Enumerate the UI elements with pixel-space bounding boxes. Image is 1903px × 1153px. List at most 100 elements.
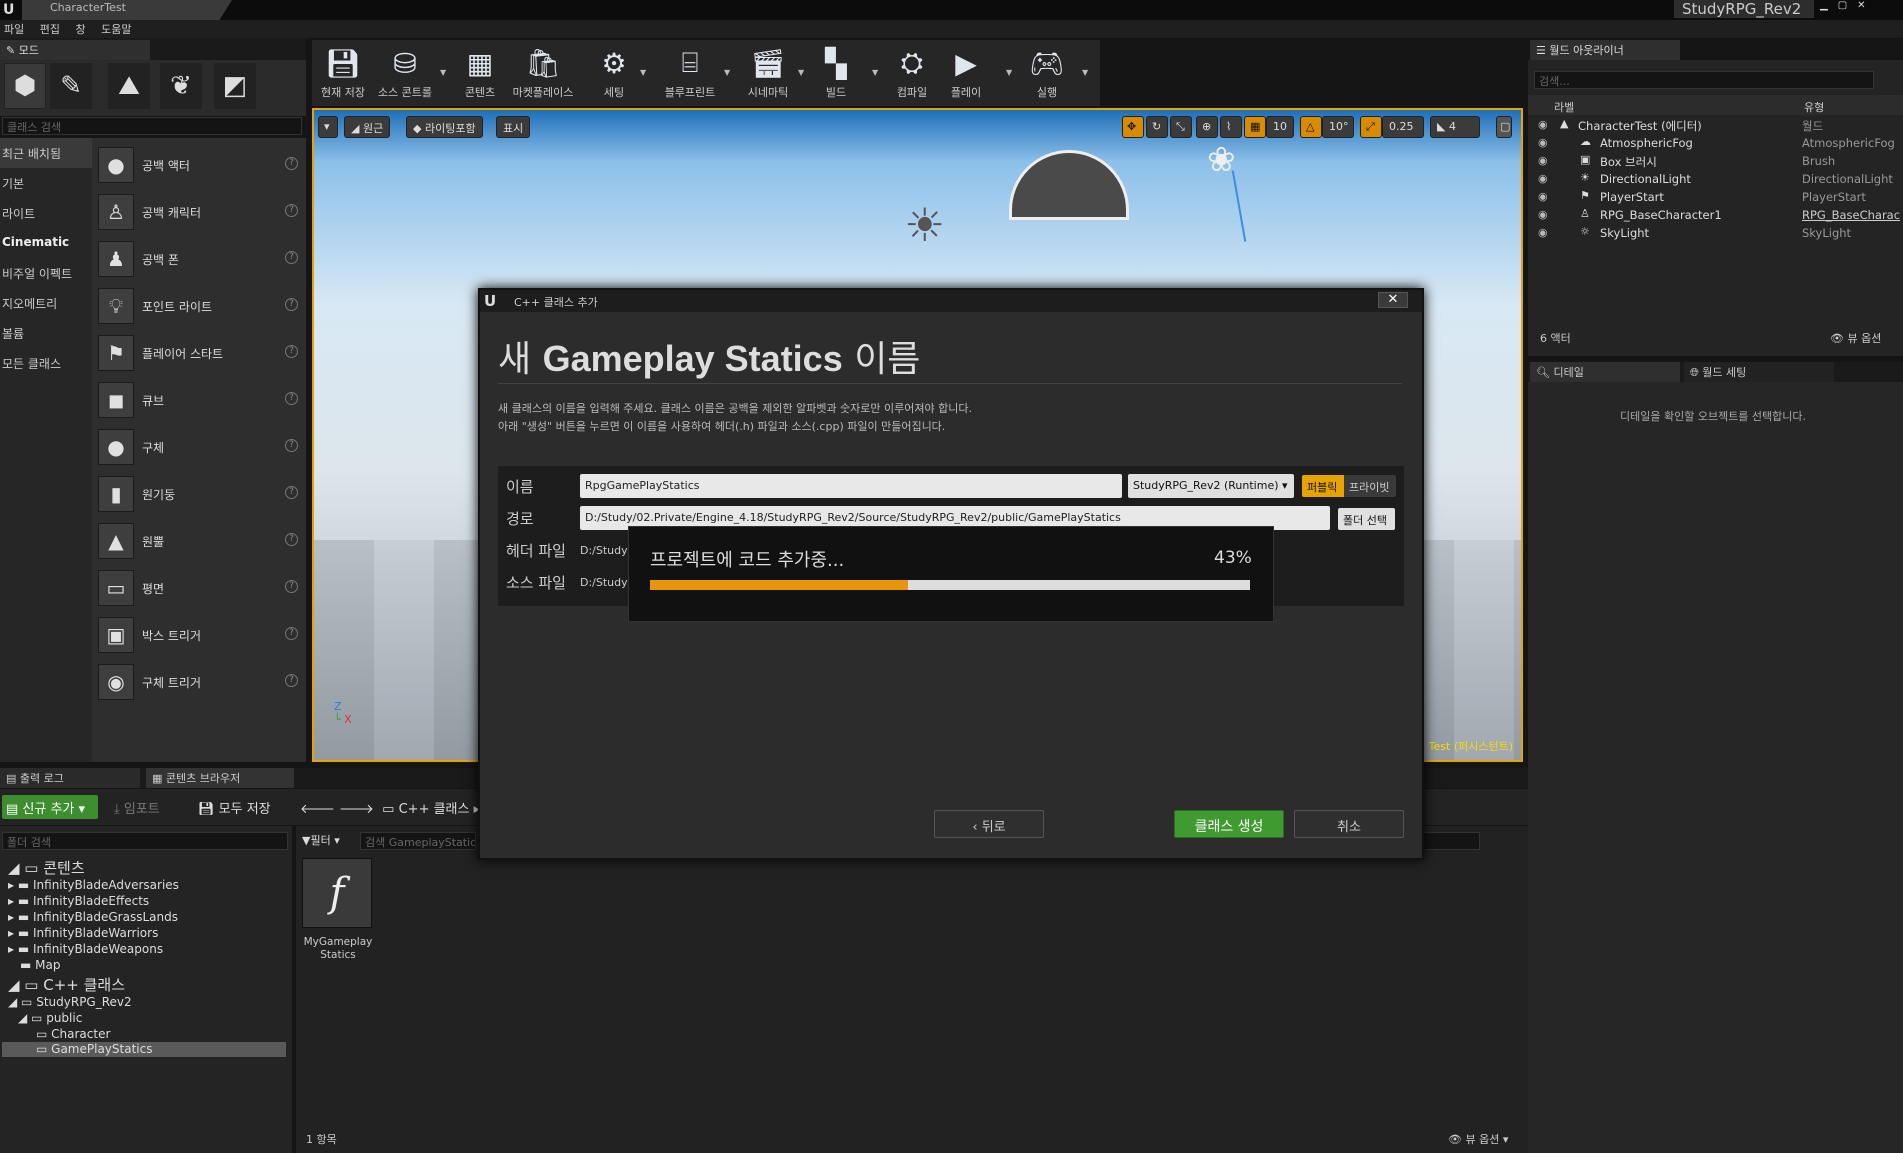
tree-item[interactable]: ◢ ▭ public	[18, 1011, 82, 1026]
create-class-button[interactable]: 클래스 생성	[1174, 810, 1284, 838]
outliner-view-options[interactable]: 👁︎ 뷰 옵션	[1830, 330, 1881, 346]
eye-icon[interactable]: ◉	[1538, 136, 1548, 149]
help-icon[interactable]: ?	[285, 627, 298, 640]
maximize-viewport-button[interactable]: ▢	[1496, 116, 1512, 138]
landscape-mode-button[interactable]: ⛰	[108, 63, 150, 109]
help-icon[interactable]: ?	[285, 439, 298, 452]
category-volumes[interactable]: 볼륨	[0, 318, 92, 348]
category-geometry[interactable]: 지오메트리	[0, 288, 92, 318]
place-mode-button[interactable]: ⬢	[4, 63, 46, 109]
content-button[interactable]: ▦ 콘텐츠	[458, 42, 502, 104]
tab-details[interactable]: 🔍︎ 디테일	[1530, 362, 1680, 382]
eye-icon[interactable]: ◉	[1538, 154, 1548, 167]
chevron-down-icon[interactable]: ▼	[1082, 68, 1088, 77]
tree-item[interactable]: ▸ ▬ InfinityBladeWeapons	[8, 942, 163, 957]
chevron-down-icon[interactable]: ▼	[724, 68, 730, 77]
tab-content-browser[interactable]: ▦ 콘텐츠 브라우저	[146, 768, 294, 788]
module-select[interactable]: StudyRPG_Rev2 (Runtime) ▾	[1128, 474, 1294, 498]
tree-item[interactable]: ◢ ▭ 콘텐츠	[8, 857, 85, 877]
tab-output-log[interactable]: ▤ 출력 로그	[0, 768, 140, 788]
tree-item[interactable]: ◢ ▭ StudyRPG_Rev2	[8, 995, 132, 1010]
help-icon[interactable]: ?	[285, 298, 298, 311]
outliner-row[interactable]: ◉ ▣ Box 브러시 Brush	[1528, 152, 1903, 170]
chevron-down-icon[interactable]: ▼	[872, 68, 878, 77]
filter-button[interactable]: ▼필터 ▾	[302, 832, 340, 848]
column-label-header[interactable]: 라벨	[1554, 99, 1574, 115]
content-browser-view-options[interactable]: 👁︎ 뷰 옵션 ▾	[1448, 1131, 1508, 1147]
window-controls[interactable]: ▁▢✕	[1820, 0, 1903, 11]
translate-tool-button[interactable]: ✥	[1122, 116, 1144, 138]
paint-mode-button[interactable]: ✎	[50, 63, 92, 109]
settings-button[interactable]: ⚙ 세팅	[592, 42, 636, 104]
help-icon[interactable]: ?	[285, 580, 298, 593]
place-item-empty-character[interactable]: ♙ 공백 캐릭터?	[98, 192, 304, 232]
tab-world-settings[interactable]: 🌐︎ 월드 세팅	[1684, 362, 1834, 382]
outliner-row[interactable]: ◉ ☼ SkyLight SkyLight	[1528, 224, 1903, 242]
category-cinematic[interactable]: Cinematic	[0, 228, 92, 258]
level-tab[interactable]: CharacterTest	[22, 0, 232, 20]
outliner-search-input[interactable]: 검색...	[1534, 71, 1874, 89]
maximize-icon[interactable]: ▢	[1838, 0, 1857, 11]
close-icon[interactable]: ✕	[1857, 0, 1875, 11]
eye-icon[interactable]: ◉	[1538, 226, 1548, 239]
play-button[interactable]: ▶ 플레이	[942, 42, 990, 104]
grid-snap-toggle[interactable]: ▦	[1244, 116, 1266, 138]
column-type-header[interactable]: 유형	[1804, 99, 1824, 115]
show-button[interactable]: 표시	[496, 116, 531, 138]
help-icon[interactable]: ?	[285, 157, 298, 170]
atmospheric-fog-icon[interactable]: ❀	[1207, 140, 1236, 180]
import-button[interactable]: ⤓ 임포트	[114, 798, 160, 817]
chevron-down-icon[interactable]: ▼	[440, 68, 446, 77]
chevron-down-icon[interactable]: ▼	[1006, 68, 1012, 77]
place-item-cone[interactable]: ▲ 원뿔?	[98, 521, 304, 561]
scale-snap-toggle[interactable]: ⤢	[1360, 116, 1382, 138]
marketplace-button[interactable]: 🛍︎ 마켓플레이스	[506, 42, 580, 104]
perspective-button[interactable]: ◢ 원근	[344, 116, 391, 138]
tab-modes[interactable]: ✎ 모드	[0, 40, 150, 60]
category-all-classes[interactable]: 모든 클래스	[0, 348, 92, 378]
back-button[interactable]: ‹ 뒤로	[934, 810, 1044, 838]
menu-help[interactable]: 도움말	[97, 20, 139, 37]
cpp-class-asset-thumbnail[interactable]: f	[302, 858, 372, 928]
folder-search-input[interactable]: 폴더 검색	[2, 832, 288, 850]
outliner-row[interactable]: ◉ ☀ DirectionalLight DirectionalLight	[1528, 170, 1903, 188]
breadcrumb-current[interactable]: C++ 클래스	[399, 802, 470, 817]
tree-item[interactable]: ▬ Map	[20, 958, 60, 973]
chevron-down-icon[interactable]: ▼	[640, 68, 646, 77]
eye-icon[interactable]: ◉	[1538, 172, 1548, 185]
place-item-empty-pawn[interactable]: ♟ 공백 폰?	[98, 239, 304, 279]
grid-snap-value[interactable]: 10	[1266, 116, 1294, 138]
geometry-mode-button[interactable]: ◩	[214, 63, 256, 109]
tree-item[interactable]: ▭ Character	[36, 1027, 110, 1042]
world-local-button[interactable]: ⊕	[1196, 116, 1218, 138]
viewport-options-button[interactable]: ▾	[318, 116, 338, 138]
minimize-icon[interactable]: ▁	[1820, 0, 1838, 11]
choose-folder-button[interactable]: 폴더 선택	[1338, 508, 1395, 530]
help-icon[interactable]: ?	[285, 392, 298, 405]
tab-world-outliner[interactable]: ☰ 월드 아웃라이너	[1530, 40, 1680, 60]
place-item-sphere[interactable]: ● 구체?	[98, 427, 304, 467]
help-icon[interactable]: ?	[285, 204, 298, 217]
place-item-empty-actor[interactable]: ● 공백 액터?	[98, 145, 304, 185]
place-item-sphere-trigger[interactable]: ◉ 구체 트리거?	[98, 662, 304, 702]
rotate-tool-button[interactable]: ↻	[1146, 116, 1168, 138]
class-search-input[interactable]: 클래스 검색	[2, 117, 302, 135]
class-name-input[interactable]: RpgGamePlayStatics	[580, 474, 1122, 498]
tree-item[interactable]: ▸ ▬ InfinityBladeAdversaries	[8, 878, 179, 893]
menu-window[interactable]: 창	[72, 20, 94, 37]
place-item-cube[interactable]: ◼ 큐브?	[98, 380, 304, 420]
forward-arrow-icon[interactable]: 🡒	[339, 802, 374, 817]
lighting-button[interactable]: ◆ 라이팅포함	[406, 116, 483, 138]
category-visual-effects[interactable]: 비주얼 이펙트	[0, 258, 92, 288]
tree-item[interactable]: ▸ ▬ InfinityBladeEffects	[8, 894, 149, 909]
directional-light-sun-icon[interactable]: ☀	[904, 198, 945, 252]
add-new-button[interactable]: ▤ 신규 추가 ▾	[2, 795, 98, 819]
help-icon[interactable]: ?	[285, 251, 298, 264]
asset-search-input-right[interactable]	[1420, 832, 1480, 850]
skylight-icon[interactable]	[1009, 150, 1129, 220]
tree-item[interactable]: ▸ ▬ InfinityBladeGrassLands	[8, 910, 178, 925]
save-current-button[interactable]: 💾︎ 현재 저장	[316, 42, 370, 104]
private-toggle[interactable]: 프라이빗	[1344, 475, 1396, 497]
tree-item[interactable]: ▸ ▬ InfinityBladeWarriors	[8, 926, 158, 941]
rotation-snap-value[interactable]: 10°	[1322, 116, 1354, 138]
